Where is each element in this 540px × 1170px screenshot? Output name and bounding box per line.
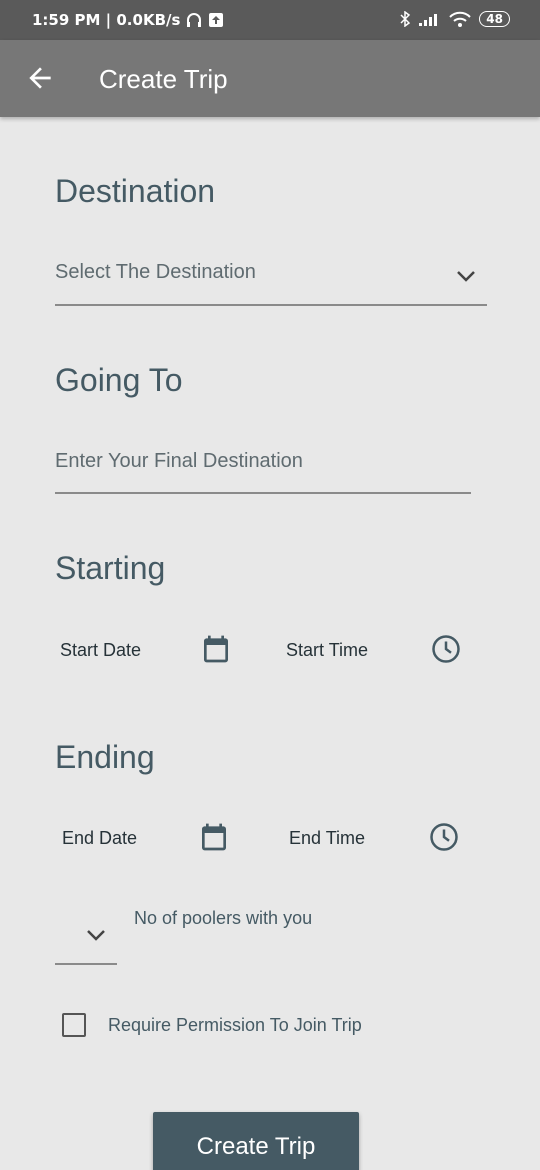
back-arrow-icon[interactable] (24, 62, 56, 94)
permission-label[interactable]: Require Permission To Join Trip (108, 1015, 362, 1036)
ending-heading: Ending (55, 739, 155, 775)
signal-icon (419, 14, 438, 26)
status-left: 1:59 PM | 0.0KB/s (32, 11, 224, 29)
poolers-dropdown-underline (55, 963, 117, 965)
chevron-down-icon[interactable] (454, 264, 478, 288)
status-bar: 1:59 PM | 0.0KB/s 48 (0, 0, 540, 40)
headset-icon (187, 13, 202, 27)
battery-indicator: 48 (479, 11, 510, 27)
start-time-label[interactable]: Start Time (286, 640, 368, 661)
calendar-icon[interactable] (200, 633, 232, 665)
calendar-icon[interactable] (198, 821, 230, 853)
status-time: 1:59 PM | 0.0KB/s (32, 11, 181, 29)
app-bar: Create Trip (0, 40, 540, 117)
end-date-label[interactable]: End Date (62, 828, 137, 849)
destination-underline (55, 304, 487, 306)
poolers-label: No of poolers with you (134, 908, 313, 928)
destination-heading: Destination (55, 173, 216, 209)
create-trip-button[interactable]: Create Trip (153, 1112, 359, 1170)
permission-checkbox[interactable] (62, 1013, 86, 1037)
clock-icon[interactable] (429, 822, 459, 852)
wifi-icon (449, 11, 472, 27)
poolers-dropdown-chevron-icon[interactable] (84, 923, 108, 947)
page-title: Create Trip (99, 64, 228, 94)
destination-select[interactable]: Select The Destination (55, 261, 256, 284)
end-time-label[interactable]: End Time (289, 828, 365, 849)
clock-icon[interactable] (431, 634, 461, 664)
final-destination-underline (55, 492, 471, 494)
status-right: 48 (399, 11, 510, 27)
upload-icon (209, 13, 224, 27)
starting-heading: Starting (55, 550, 166, 586)
going-to-heading: Going To (55, 362, 183, 398)
bluetooth-icon (400, 11, 411, 27)
final-destination-input[interactable]: Enter Your Final Destination (55, 450, 303, 473)
start-date-label[interactable]: Start Date (60, 640, 141, 661)
